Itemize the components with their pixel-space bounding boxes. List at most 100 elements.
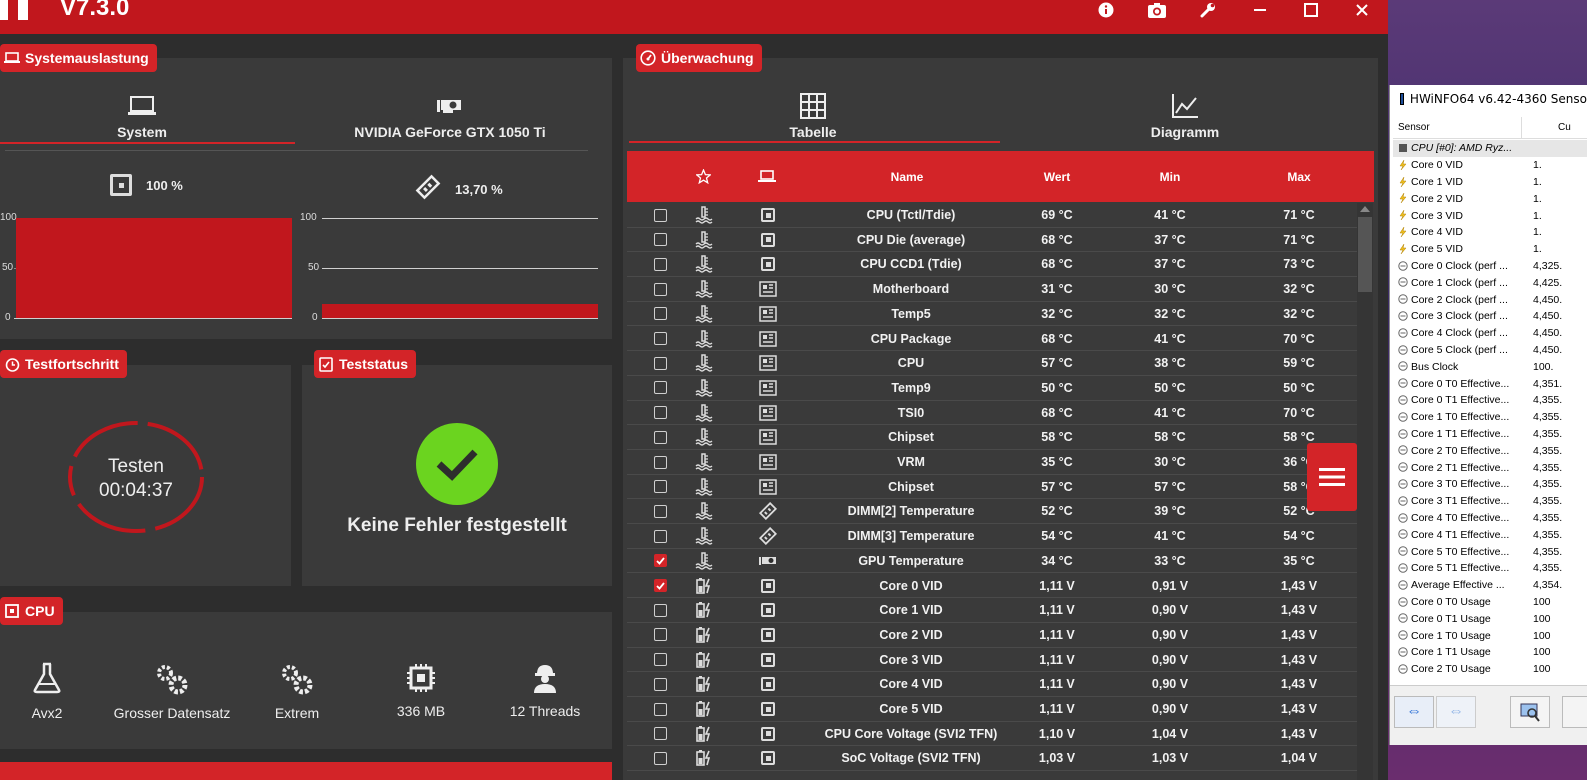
hwinfo-extra-button[interactable] bbox=[1562, 696, 1587, 728]
hwinfo-sensor-row[interactable]: Core 5 T1 Effective... 4,355. bbox=[1393, 560, 1587, 577]
hwinfo-sensor-row[interactable]: Core 2 T1 Effective... 4,355. bbox=[1393, 459, 1587, 476]
row-checkbox[interactable] bbox=[651, 549, 669, 573]
row-checkbox[interactable] bbox=[651, 252, 669, 276]
hwinfo-sensor-row[interactable]: Core 1 T1 Usage 100 bbox=[1393, 644, 1587, 661]
hwinfo-sensor-row[interactable]: Bus Clock 100. bbox=[1393, 358, 1587, 375]
hwinfo-sensor-row[interactable]: Core 3 T1 Effective... 4,355. bbox=[1393, 493, 1587, 510]
scroll-up-icon[interactable] bbox=[1360, 206, 1370, 212]
row-checkbox[interactable] bbox=[651, 277, 669, 301]
close-icon[interactable] bbox=[1345, 0, 1379, 20]
row-checkbox[interactable] bbox=[651, 598, 669, 622]
row-checkbox[interactable] bbox=[651, 648, 669, 672]
table-scrollbar[interactable] bbox=[1357, 203, 1373, 780]
hwinfo-sensor-row[interactable]: Core 0 T0 Usage 100 bbox=[1393, 594, 1587, 611]
column-value[interactable]: Wert bbox=[1017, 151, 1097, 202]
column-max[interactable]: Max bbox=[1259, 151, 1339, 202]
maximize-icon[interactable] bbox=[1294, 0, 1328, 20]
row-checkbox[interactable] bbox=[651, 228, 669, 252]
hwinfo-sensor-row[interactable]: Core 0 Clock (perf ... 4,325. bbox=[1393, 258, 1587, 275]
monitor-search-icon[interactable] bbox=[1510, 696, 1550, 728]
hwinfo-sensor-row[interactable]: Core 4 VID 1. bbox=[1393, 224, 1587, 241]
row-checkbox[interactable] bbox=[651, 376, 669, 400]
table-row[interactable]: Core 4 VID 1,11 V 0,90 V 1,43 V bbox=[627, 672, 1357, 697]
nav-arrows-disabled-icon[interactable]: ⇔ bbox=[1436, 696, 1476, 728]
row-checkbox[interactable] bbox=[651, 475, 669, 499]
table-row[interactable]: CPU 57 °C 38 °C 59 °C bbox=[627, 351, 1357, 376]
row-checkbox[interactable] bbox=[651, 351, 669, 375]
table-row[interactable]: Core 5 VID 1,11 V 0,90 V 1,43 V bbox=[627, 697, 1357, 722]
scroll-thumb[interactable] bbox=[1358, 217, 1372, 292]
hwinfo-sensor-row[interactable]: Core 0 T0 Effective... 4,351. bbox=[1393, 375, 1587, 392]
minimize-icon[interactable] bbox=[1243, 0, 1277, 20]
hwinfo-col-current[interactable]: Cu bbox=[1558, 122, 1571, 133]
hwinfo-sensor-row[interactable]: Core 5 T0 Effective... 4,355. bbox=[1393, 543, 1587, 560]
start-button-bar[interactable] bbox=[0, 762, 612, 780]
table-row[interactable]: Core 1 VID 1,11 V 0,90 V 1,43 V bbox=[627, 598, 1357, 623]
hwinfo-sensor-row[interactable]: Core 3 T0 Effective... 4,355. bbox=[1393, 476, 1587, 493]
hwinfo-sensor-row[interactable]: Core 0 VID 1. bbox=[1393, 157, 1587, 174]
hwinfo-sensor-row[interactable]: Core 0 T1 Effective... 4,355. bbox=[1393, 392, 1587, 409]
hwinfo-sensor-row[interactable]: Core 5 VID 1. bbox=[1393, 241, 1587, 258]
table-row[interactable]: DIMM[2] Temperature 52 °C 39 °C 52 °C bbox=[627, 499, 1357, 525]
row-checkbox[interactable] bbox=[651, 574, 669, 598]
hwinfo-sensor-row[interactable]: Core 1 T0 Effective... 4,355. bbox=[1393, 409, 1587, 426]
table-row[interactable]: VRM 35 °C 30 °C 36 °C bbox=[627, 450, 1357, 475]
row-checkbox[interactable] bbox=[651, 203, 669, 227]
hwinfo-col-sensor[interactable]: Sensor bbox=[1398, 122, 1430, 133]
table-row[interactable]: CPU Die (average) 68 °C 37 °C 71 °C bbox=[627, 228, 1357, 253]
hwinfo-sensor-row[interactable]: Core 1 VID 1. bbox=[1393, 174, 1587, 191]
table-row[interactable]: DIMM[3] Temperature 54 °C 41 °C 54 °C bbox=[627, 524, 1357, 549]
column-name[interactable]: Name bbox=[807, 151, 1007, 202]
row-checkbox[interactable] bbox=[651, 499, 669, 523]
hwinfo-sensor-row[interactable]: Core 4 Clock (perf ... 4,450. bbox=[1393, 325, 1587, 342]
row-checkbox[interactable] bbox=[651, 623, 669, 647]
row-checkbox[interactable] bbox=[651, 524, 669, 548]
row-checkbox[interactable] bbox=[651, 327, 669, 351]
hwinfo-sensor-row[interactable]: Core 0 T1 Usage 100 bbox=[1393, 610, 1587, 627]
tab-gpu[interactable]: NVIDIA GeForce GTX 1050 Ti bbox=[330, 92, 570, 140]
tab-system[interactable]: System bbox=[112, 92, 172, 140]
hwinfo-sensor-row[interactable]: Core 3 Clock (perf ... 4,450. bbox=[1393, 308, 1587, 325]
table-row[interactable]: Core 3 VID 1,11 V 0,90 V 1,43 V bbox=[627, 648, 1357, 673]
table-row[interactable]: GPU Temperature 34 °C 33 °C 35 °C bbox=[627, 549, 1357, 574]
table-row[interactable]: CPU Package 68 °C 41 °C 70 °C bbox=[627, 327, 1357, 352]
row-checkbox[interactable] bbox=[651, 697, 669, 721]
row-checkbox[interactable] bbox=[651, 672, 669, 696]
hwinfo-sensor-row[interactable]: Core 5 Clock (perf ... 4,450. bbox=[1393, 342, 1587, 359]
row-checkbox[interactable] bbox=[651, 401, 669, 425]
table-row[interactable]: Chipset 57 °C 57 °C 58 °C bbox=[627, 475, 1357, 500]
hwinfo-sensor-row[interactable]: Core 1 Clock (perf ... 4,425. bbox=[1393, 274, 1587, 291]
column-min[interactable]: Min bbox=[1130, 151, 1210, 202]
source-laptop-icon[interactable] bbox=[753, 151, 781, 202]
menu-button[interactable] bbox=[1307, 443, 1357, 511]
hwinfo-sensor-row[interactable]: Core 2 Clock (perf ... 4,450. bbox=[1393, 291, 1587, 308]
hwinfo-sensor-row[interactable]: Core 4 T1 Effective... 4,355. bbox=[1393, 526, 1587, 543]
table-row[interactable]: Core 2 VID 1,11 V 0,90 V 1,43 V bbox=[627, 623, 1357, 648]
hwinfo-sensor-row[interactable]: Core 3 VID 1. bbox=[1393, 207, 1587, 224]
favorite-star-icon[interactable] bbox=[689, 151, 717, 202]
table-row[interactable]: TSI0 68 °C 41 °C 70 °C bbox=[627, 401, 1357, 426]
table-row[interactable]: CPU (Tctl/Tdie) 69 °C 41 °C 71 °C bbox=[627, 203, 1357, 228]
table-row[interactable]: SoC Voltage (SVI2 TFN) 1,03 V 1,03 V 1,04 V bbox=[627, 746, 1357, 772]
table-row[interactable]: Temp5 32 °C 32 °C 32 °C bbox=[627, 302, 1357, 327]
tab-chart[interactable]: Diagramm bbox=[1135, 92, 1235, 140]
table-row[interactable]: Temp9 50 °C 50 °C 50 °C bbox=[627, 376, 1357, 401]
row-checkbox[interactable] bbox=[651, 302, 669, 326]
table-row[interactable]: Motherboard 31 °C 30 °C 32 °C bbox=[627, 277, 1357, 302]
row-checkbox[interactable] bbox=[651, 425, 669, 449]
hwinfo-sensor-row[interactable]: Core 4 T0 Effective... 4,355. bbox=[1393, 510, 1587, 527]
info-icon[interactable] bbox=[1089, 0, 1123, 20]
hwinfo-sensor-row[interactable]: Core 1 T1 Effective... 4,355. bbox=[1393, 426, 1587, 443]
table-row[interactable]: CPU CCD1 (Tdie) 68 °C 37 °C 73 °C bbox=[627, 252, 1357, 278]
hwinfo-sensor-row[interactable]: Core 2 T0 Usage 100 bbox=[1393, 661, 1587, 678]
hwinfo-sensor-row[interactable]: Core 1 T0 Usage 100 bbox=[1393, 627, 1587, 644]
hwinfo-sensor-row[interactable]: Core 2 VID 1. bbox=[1393, 190, 1587, 207]
hwinfo-sensor-row[interactable]: Average Effective ... 4,354. bbox=[1393, 577, 1587, 594]
hwinfo-group-row[interactable]: CPU [#0]: AMD Ryz... bbox=[1393, 140, 1587, 157]
table-row[interactable]: Core 0 VID 1,11 V 0,91 V 1,43 V bbox=[627, 574, 1357, 599]
row-checkbox[interactable] bbox=[651, 722, 669, 746]
row-checkbox[interactable] bbox=[651, 450, 669, 474]
row-checkbox[interactable] bbox=[651, 746, 669, 770]
table-row[interactable]: Chipset 58 °C 58 °C 58 °C bbox=[627, 425, 1357, 450]
wrench-icon[interactable] bbox=[1191, 0, 1225, 20]
